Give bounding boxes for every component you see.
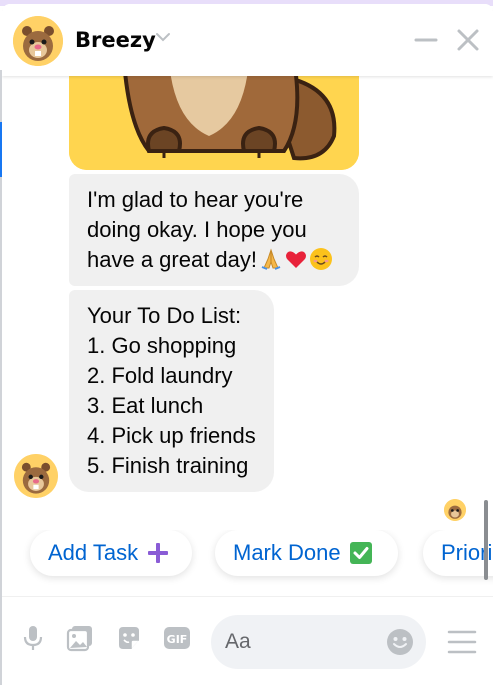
quick-reply-add-task[interactable]: Add Task — [30, 530, 192, 576]
message-text-line: I'm glad to hear you're — [87, 187, 304, 212]
chat-header: Breezy — [2, 4, 493, 76]
chevron-down-icon[interactable] — [154, 28, 172, 46]
message-list[interactable]: I'm glad to hear you're doing okay. I ho… — [2, 76, 493, 530]
contact-name[interactable]: Breezy — [75, 28, 156, 52]
message-text-line: have a great day! — [87, 245, 343, 275]
todo-list-bubble[interactable]: Your To Do List: 1. Go shopping 2. Fold … — [69, 290, 274, 492]
emoji-group — [259, 247, 334, 271]
beaver-sticker-image — [69, 76, 359, 170]
smiling-face-icon — [310, 248, 333, 270]
bot-avatar[interactable] — [13, 16, 63, 66]
message-input-placeholder: Aa — [225, 630, 251, 653]
message-sender-avatar — [14, 454, 58, 498]
todo-item: 3. Eat lunch — [87, 393, 204, 418]
chat-window: Breezy I'm glad to hear you're doing oka… — [2, 4, 493, 685]
message-composer: GIF Aa — [2, 596, 493, 685]
message-text-line: doing okay. I hope you — [87, 217, 307, 242]
scrollbar-thumb[interactable] — [484, 500, 488, 580]
message-bubble[interactable]: I'm glad to hear you're doing okay. I ho… — [69, 174, 359, 286]
sticker-icon[interactable] — [114, 623, 144, 653]
todo-item: 1. Go shopping — [87, 333, 237, 358]
quick-reply-label: Mark Done — [233, 540, 341, 565]
read-receipt-avatar — [444, 499, 466, 521]
message-text-segment: have a great day! — [87, 247, 258, 272]
gif-icon[interactable]: GIF — [162, 623, 192, 653]
todo-item: 5. Finish training — [87, 453, 249, 478]
red-heart-icon — [286, 251, 307, 268]
todo-item: 2. Fold laundry — [87, 363, 233, 388]
menu-icon[interactable] — [446, 627, 478, 657]
photo-icon[interactable] — [65, 623, 95, 653]
quick-reply-mark-done[interactable]: Mark Done — [215, 530, 398, 576]
quick-reply-label: Add Task — [48, 540, 139, 565]
microphone-icon[interactable] — [18, 623, 48, 653]
todo-list-title: Your To Do List: — [87, 303, 242, 328]
gif-label: GIF — [167, 633, 188, 646]
todo-item: 4. Pick up friends — [87, 423, 256, 448]
folded-hands-icon — [261, 248, 281, 270]
check-box-icon — [349, 541, 373, 565]
quick-reply-priority[interactable]: Priori — [423, 530, 493, 576]
message-input[interactable]: Aa — [211, 615, 426, 669]
close-icon[interactable] — [452, 24, 484, 56]
plus-icon — [146, 541, 170, 565]
minimize-icon[interactable] — [410, 26, 442, 54]
emoji-icon[interactable] — [386, 628, 414, 656]
quick-replies-bar: Add Task Mark Done Priori — [2, 530, 493, 588]
